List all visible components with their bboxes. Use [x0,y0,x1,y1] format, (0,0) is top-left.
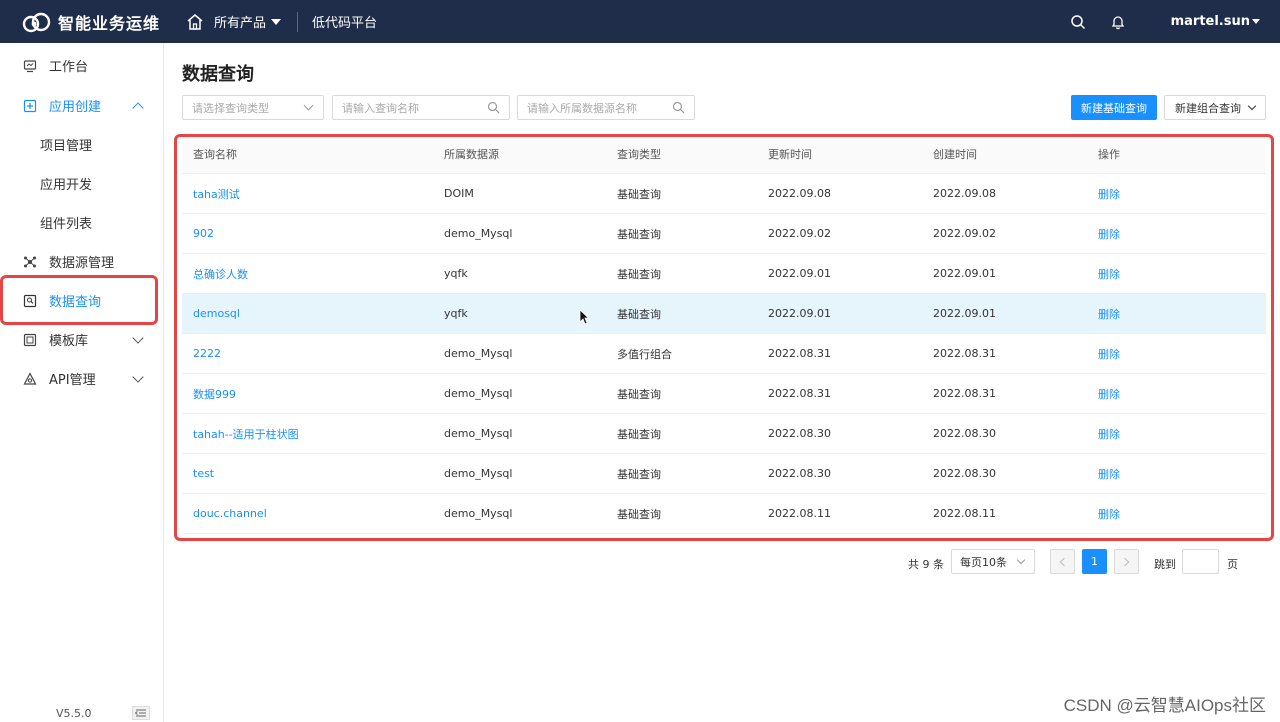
sidebar-item-label: API管理 [49,373,96,388]
page-1-button[interactable]: 1 [1082,549,1107,574]
topbar-right: martel.sun [1069,0,1260,43]
pagination-total: 共 9 条 [908,558,944,571]
page-title: 数据查询 [182,64,254,85]
jump-page-input[interactable] [1182,549,1219,574]
chevron-down-icon [1016,555,1026,565]
chevron-down-icon [1247,101,1257,111]
collapse-menu-icon [132,706,150,720]
query-type-select[interactable]: 请选择查询类型 [182,95,324,120]
caret-down-icon [1252,19,1260,24]
query-name-input[interactable]: 请输入查询名称 [332,95,510,120]
sidebar-item-app-create[interactable]: 应用创建 [0,86,164,125]
lowcode-platform-link[interactable]: 低代码平台 [312,12,377,31]
sidebar-item-template-library[interactable]: 模板库 [0,320,164,359]
page-size-select[interactable]: 每页10条 [951,549,1035,574]
app-create-icon [23,99,37,113]
sidebar-item-label: 模板库 [49,334,89,349]
datasource-name-placeholder: 请输入所属数据源名称 [527,101,637,115]
home-icon [187,13,203,30]
search-button[interactable] [1069,13,1087,31]
watermark: CSDN @云智慧AIOps社区 [1063,696,1266,715]
sidebar-item-label: 工作台 [49,60,89,75]
all-products-label: 所有产品 [214,16,267,31]
brand-logo[interactable]: 智能业务运维 [20,10,160,34]
search-icon [672,101,685,114]
sidebar-item-project-management[interactable]: 项目管理 [0,125,164,164]
sidebar-item-workbench[interactable]: 工作台 [0,46,164,85]
datasource-name-input[interactable]: 请输入所属数据源名称 [517,95,695,120]
divider [297,11,299,32]
sidebar-item-label: 应用创建 [49,100,102,115]
username-label: martel.sun [1170,14,1250,29]
new-basic-query-button[interactable]: 新建基础查询 [1071,95,1157,120]
brand-name: 智能业务运维 [58,13,161,33]
search-icon [1070,14,1085,29]
datasource-icon [23,255,37,269]
caret-down-icon [271,18,282,25]
page-size-label: 每页10条 [960,555,1007,569]
highlight-box-table [174,134,1274,541]
data-query-icon [23,294,37,308]
user-menu[interactable]: martel.sun [1171,14,1260,29]
mouse-cursor-icon [579,309,589,325]
version-label: V5.5.0 [56,707,92,720]
top-navbar: 智能业务运维 所有产品 低代码平台 martel.sun [0,0,1280,43]
chevron-right-icon [1120,557,1130,566]
new-combo-query-label: 新建组合查询 [1175,101,1241,115]
home-button[interactable] [186,13,204,31]
api-icon [23,371,37,386]
all-products-menu[interactable]: 所有产品 [214,12,282,31]
query-type-placeholder: 请选择查询类型 [192,101,269,115]
next-page-button[interactable] [1114,549,1139,574]
chevron-left-icon [1059,557,1069,566]
sidebar-item-component-list[interactable]: 组件列表 [0,203,164,242]
sidebar-item-label: 数据源管理 [49,256,115,271]
query-name-placeholder: 请输入查询名称 [342,101,419,115]
cloud-logo-icon [22,12,51,32]
search-icon [487,101,500,114]
sidebar-item-label: 数据查询 [49,295,102,310]
sidebar: 工作台 应用创建 项目管理 应用开发 组件列表 数据源管理 数据查询 模板库 A [0,43,164,722]
monitor-icon [23,59,37,73]
sidebar-item-app-development[interactable]: 应用开发 [0,164,164,203]
jump-to-label: 跳到 [1154,558,1176,571]
chevron-down-icon [132,332,144,344]
page-unit-label: 页 [1227,558,1238,571]
prev-page-button[interactable] [1050,549,1075,574]
chevron-down-icon [303,100,314,111]
sidebar-item-data-query[interactable]: 数据查询 [0,281,164,320]
collapse-sidebar-button[interactable] [132,706,150,720]
chevron-up-icon [132,102,144,114]
notification-button[interactable] [1109,13,1127,31]
bell-icon [1111,15,1124,29]
new-combo-query-button[interactable]: 新建组合查询 [1164,95,1266,120]
sidebar-item-api-management[interactable]: API管理 [0,359,164,398]
template-icon [23,333,37,347]
chevron-down-icon [132,371,144,383]
